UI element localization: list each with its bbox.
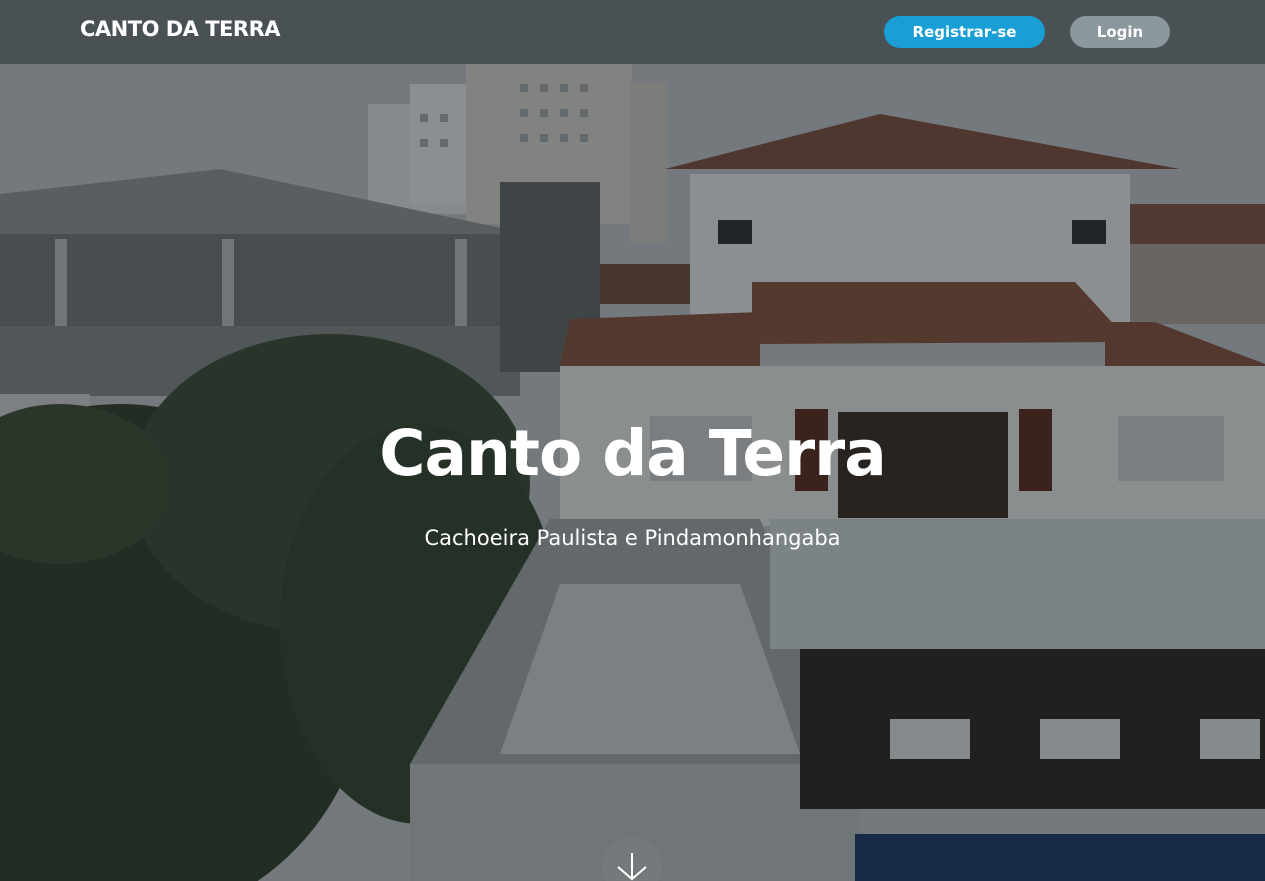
register-button[interactable]: Registrar-se [884,16,1045,48]
top-navbar: CANTO DA TERRA Registrar-se Login [0,0,1265,64]
hero-subtitle: Cachoeira Paulista e Pindamonhangaba [424,526,841,550]
hero-title: Canto da Terra [379,417,886,490]
login-button[interactable]: Login [1070,16,1170,48]
arrow-down-icon [617,853,647,881]
brand-logo-text[interactable]: CANTO DA TERRA [80,17,281,41]
hero-section: Canto da Terra Cachoeira Paulista e Pind… [0,64,1265,881]
